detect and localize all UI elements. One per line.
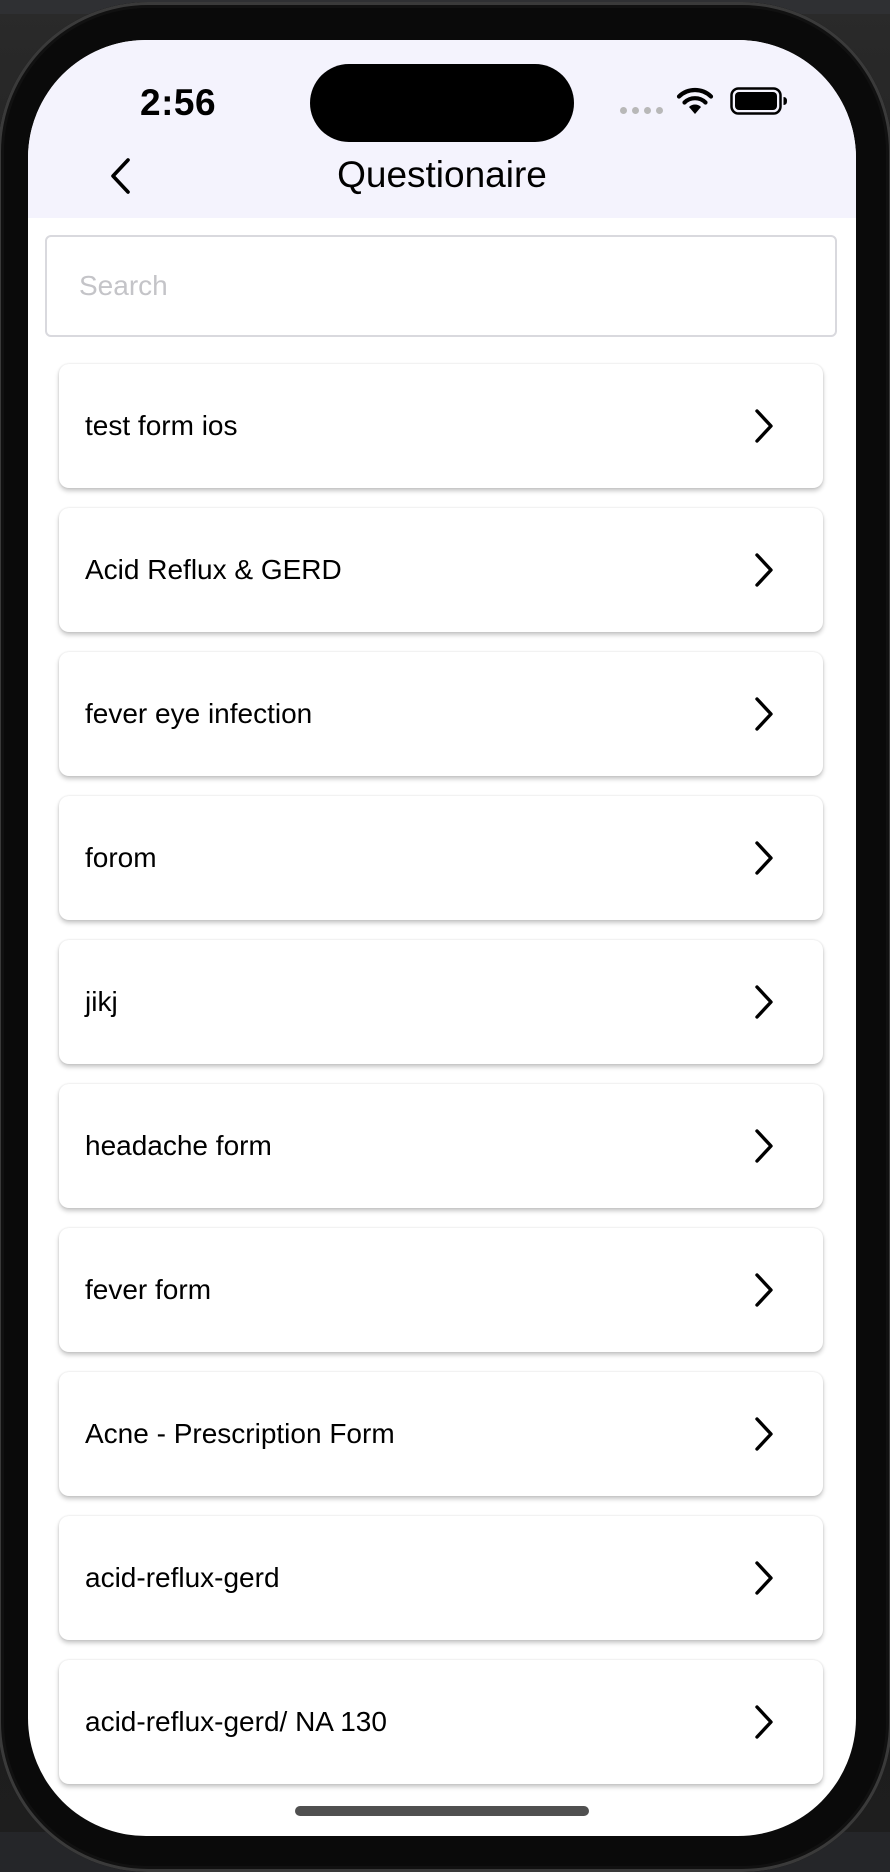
- questionnaire-list-item[interactable]: acid-reflux-gerd/ NA 130: [59, 1660, 823, 1784]
- chevron-right-icon: [755, 1417, 773, 1451]
- questionnaire-list-item[interactable]: forom: [59, 796, 823, 920]
- questionnaire-list-item[interactable]: fever eye infection: [59, 652, 823, 776]
- chevron-right-icon: [755, 553, 773, 587]
- questionnaire-list-item[interactable]: fever form: [59, 1228, 823, 1352]
- chevron-right-icon: [755, 1705, 773, 1739]
- search-field-container: [45, 235, 837, 337]
- questionnaire-item-label: jikj: [85, 986, 118, 1017]
- questionnaire-item-label: acid-reflux-gerd: [85, 1562, 280, 1593]
- chevron-right-icon: [755, 1561, 773, 1595]
- status-bar-time: 2:56: [140, 82, 217, 123]
- battery-icon: [730, 87, 787, 115]
- phone-screen: 2:56 Questionaire Search test form ios A…: [28, 40, 856, 1836]
- chevron-right-icon: [755, 985, 773, 1019]
- questionnaire-list: test form ios Acid Reflux & GERD fever eye…: [59, 364, 823, 1804]
- questionnaire-list-item[interactable]: jikj: [59, 940, 823, 1064]
- questionnaire-list-item[interactable]: Acne - Prescription Form: [59, 1372, 823, 1496]
- cellular-signal-icon: [620, 107, 663, 114]
- dynamic-island: [310, 64, 574, 142]
- wifi-icon: [676, 88, 714, 114]
- phone-frame: 2:56 Questionaire Search test form ios A…: [0, 2, 890, 1872]
- questionnaire-list-item[interactable]: headache form: [59, 1084, 823, 1208]
- questionnaire-list-item[interactable]: acid-reflux-gerd: [59, 1516, 823, 1640]
- questionnaire-list-item[interactable]: Acid Reflux & GERD: [59, 508, 823, 632]
- questionnaire-item-label: acid-reflux-gerd/ NA 130: [85, 1706, 387, 1737]
- chevron-right-icon: [755, 1129, 773, 1163]
- questionnaire-item-label: test form ios: [85, 410, 238, 441]
- device-stage: 2:56 Questionaire Search test form ios A…: [0, 0, 890, 1872]
- page-title: Questionaire: [337, 154, 547, 195]
- chevron-right-icon: [755, 841, 773, 875]
- chevron-right-icon: [755, 697, 773, 731]
- questionnaire-item-label: headache form: [85, 1130, 272, 1161]
- questionnaire-item-label: Acne - Prescription Form: [85, 1418, 395, 1449]
- search-input[interactable]: [47, 237, 835, 335]
- home-indicator[interactable]: [295, 1806, 589, 1816]
- navigation-header: 2:56 Questionaire: [28, 40, 856, 218]
- questionnaire-item-label: fever form: [85, 1274, 212, 1305]
- chevron-right-icon: [755, 409, 773, 443]
- chevron-right-icon: [755, 1273, 773, 1307]
- questionnaire-item-label: forom: [85, 842, 157, 873]
- questionnaire-item-label: fever eye infection: [85, 698, 313, 729]
- questionnaire-item-label: Acid Reflux & GERD: [85, 554, 342, 585]
- questionnaire-list-item[interactable]: test form ios: [59, 364, 823, 488]
